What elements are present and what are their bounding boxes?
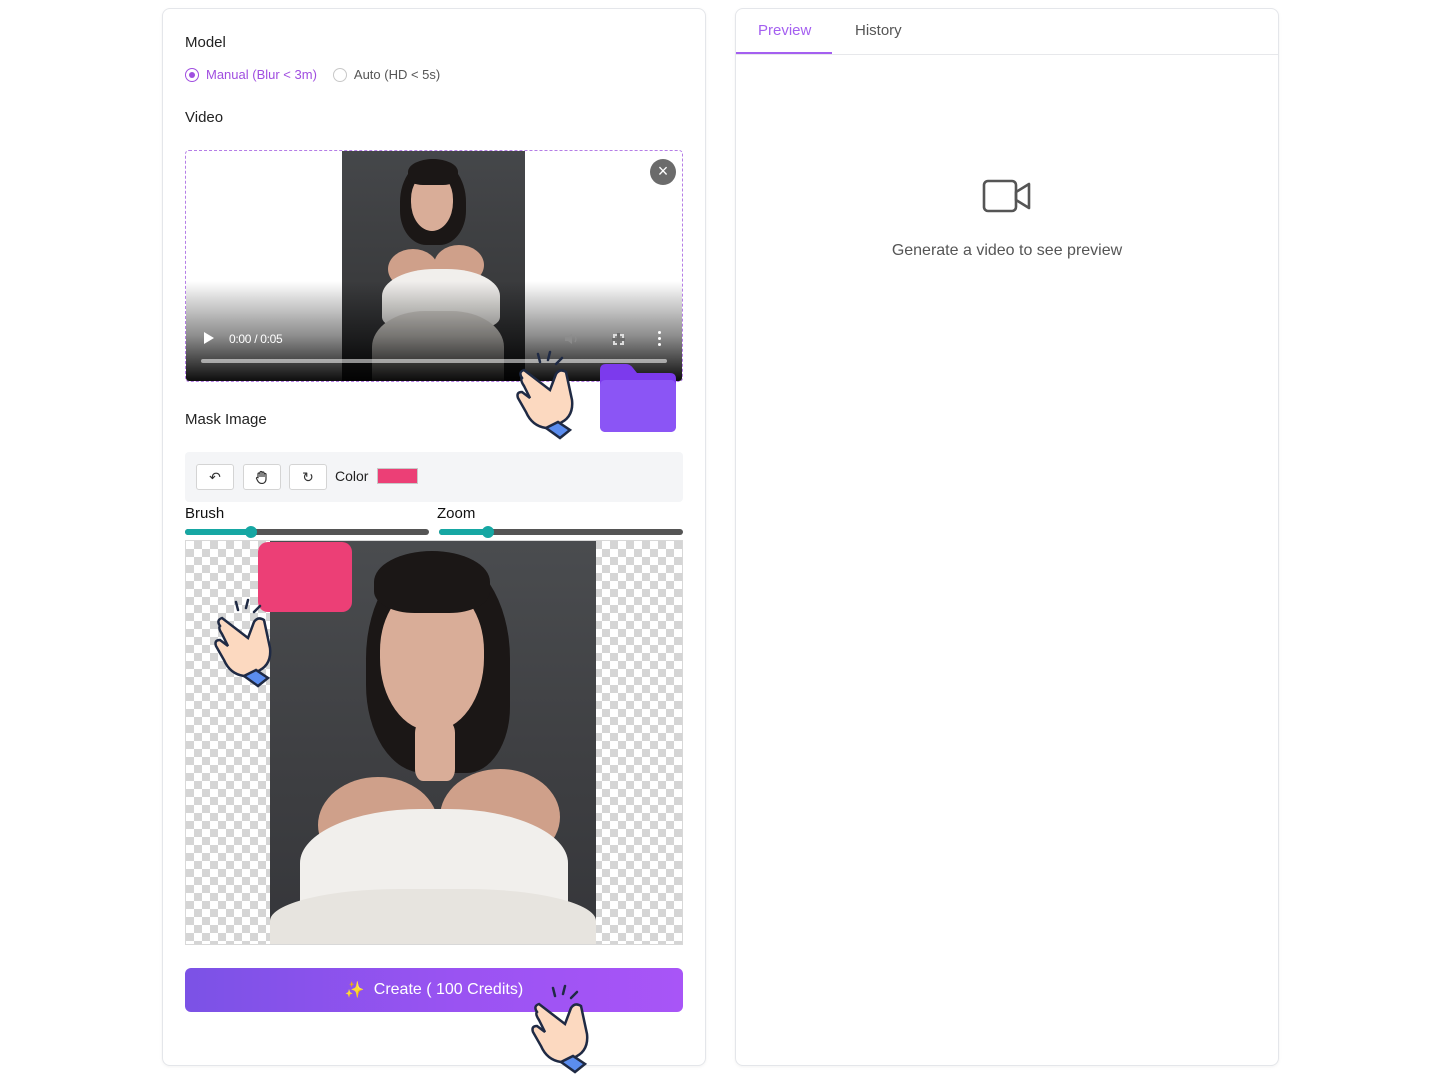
pan-button[interactable] bbox=[243, 464, 281, 490]
mask-toolbar: ↶ ↻ Color bbox=[185, 452, 683, 502]
model-option-auto[interactable]: Auto (HD < 5s) bbox=[332, 67, 441, 82]
reset-icon: ↻ bbox=[302, 469, 314, 485]
brush-slider-thumb[interactable] bbox=[245, 526, 257, 538]
mask-drawing-canvas[interactable] bbox=[185, 540, 683, 945]
zoom-slider[interactable] bbox=[439, 526, 683, 538]
reset-button[interactable]: ↻ bbox=[289, 464, 327, 490]
model-option-manual-label: Manual (Blur < 3m) bbox=[206, 67, 317, 82]
sparkle-icon: ✨ bbox=[344, 982, 365, 999]
radio-button-checked[interactable] bbox=[185, 67, 199, 82]
video-time: 0:00 / 0:05 bbox=[229, 332, 283, 346]
hand-icon bbox=[255, 470, 267, 485]
create-button-label: Create ( 100 Credits) bbox=[373, 981, 524, 998]
active-tab-indicator bbox=[736, 52, 832, 54]
radio-button[interactable] bbox=[332, 67, 347, 82]
result-tabs: Preview History bbox=[736, 9, 1278, 55]
video-camera-icon bbox=[982, 179, 1031, 213]
video-label: Video bbox=[185, 109, 224, 126]
close-video-icon[interactable]: × bbox=[650, 159, 676, 185]
video-dropzone[interactable]: 0:00 / 0:05 × bbox=[185, 150, 683, 382]
play-icon[interactable] bbox=[204, 332, 214, 344]
brush-label: Brush bbox=[185, 505, 225, 522]
mask-brush-stroke bbox=[258, 542, 352, 612]
folder-icon[interactable] bbox=[600, 364, 676, 432]
model-radio-group: Manual (Blur < 3m) Auto (HD < 5s) bbox=[185, 67, 456, 82]
color-label: Color bbox=[335, 468, 369, 484]
more-options-icon[interactable] bbox=[658, 331, 662, 347]
preview-panel: Preview History Generate a video to see … bbox=[735, 8, 1279, 1066]
settings-panel: Model Manual (Blur < 3m) Auto (HD < 5s) … bbox=[162, 8, 706, 1066]
video-progress-bar[interactable] bbox=[201, 359, 667, 363]
zoom-slider-thumb[interactable] bbox=[482, 526, 494, 538]
brush-slider-fill bbox=[185, 529, 251, 535]
create-button[interactable]: ✨ Create ( 100 Credits) bbox=[185, 968, 683, 1012]
brush-size-slider[interactable] bbox=[185, 526, 429, 538]
zoom-label: Zoom bbox=[437, 505, 476, 522]
undo-button[interactable]: ↶ bbox=[196, 464, 234, 490]
model-label: Model bbox=[185, 34, 226, 51]
zoom-slider-fill bbox=[439, 529, 488, 535]
mask-image-label: Mask Image bbox=[185, 411, 267, 428]
volume-icon[interactable] bbox=[564, 332, 580, 346]
preview-empty-message: Generate a video to see preview bbox=[891, 242, 1123, 259]
tab-preview[interactable]: Preview bbox=[758, 22, 811, 39]
color-picker[interactable] bbox=[377, 468, 418, 484]
tab-history[interactable]: History bbox=[855, 22, 902, 39]
model-option-manual[interactable]: Manual (Blur < 3m) bbox=[185, 67, 317, 82]
model-option-auto-label: Auto (HD < 5s) bbox=[353, 67, 441, 82]
undo-icon: ↶ bbox=[209, 469, 221, 485]
fullscreen-icon[interactable] bbox=[612, 333, 625, 346]
